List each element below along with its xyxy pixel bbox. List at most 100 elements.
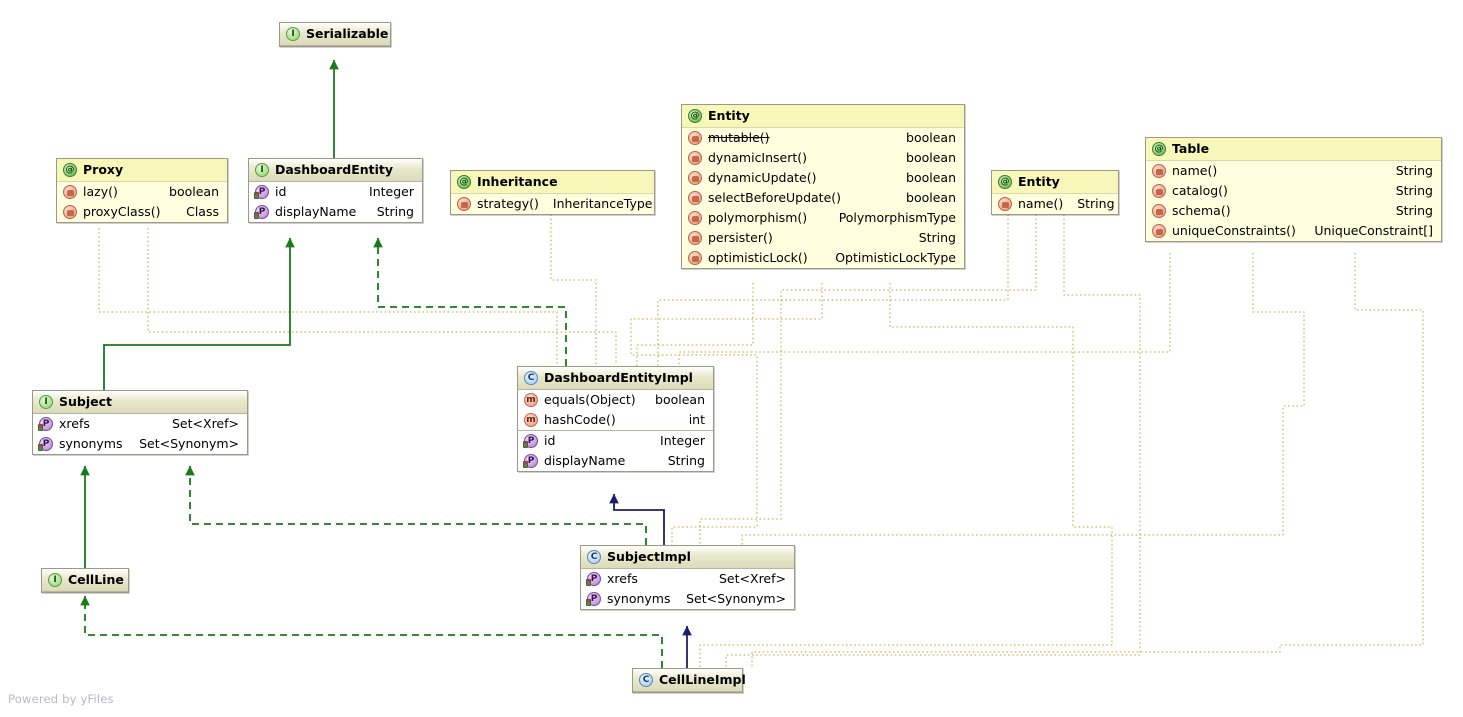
node-table[interactable]: @ Table name() String catalog() String s… bbox=[1145, 137, 1442, 242]
member-row[interactable]: P id Integer bbox=[249, 182, 422, 202]
member-row[interactable]: catalog() String bbox=[1146, 181, 1441, 201]
node-name-label: DashboardEntityImpl bbox=[544, 370, 693, 385]
node-title: @ Entity bbox=[992, 171, 1118, 194]
member-row[interactable]: lazy() boolean bbox=[57, 182, 227, 202]
members-compartment: lazy() boolean proxyClass() Class bbox=[57, 182, 227, 222]
member-row[interactable]: strategy() InheritanceType bbox=[451, 194, 654, 214]
property-icon: P bbox=[523, 434, 538, 448]
member-name: uniqueConstraints() bbox=[1172, 223, 1296, 238]
members-compartment: strategy() InheritanceType bbox=[451, 194, 654, 214]
node-inheritance[interactable]: @ Inheritance strategy() InheritanceType bbox=[450, 170, 655, 215]
member-row[interactable]: name() String bbox=[992, 194, 1118, 214]
member-row[interactable]: m equals(Object) boolean bbox=[518, 390, 713, 410]
member-type: Set<Xref> bbox=[172, 416, 239, 431]
node-entity-jpa[interactable]: @ Entity name() String bbox=[991, 170, 1119, 215]
node-name-label: CellLineImpl bbox=[659, 672, 746, 687]
member-type: String bbox=[1395, 183, 1433, 198]
member-name: hashCode() bbox=[544, 412, 616, 427]
member-row[interactable]: proxyClass() Class bbox=[57, 202, 227, 222]
member-row[interactable]: persister() String bbox=[682, 228, 964, 248]
member-row[interactable]: P xrefs Set<Xref> bbox=[581, 569, 794, 589]
member-row[interactable]: polymorphism() PolymorphismType bbox=[682, 208, 964, 228]
member-name: persister() bbox=[708, 230, 773, 245]
member-row[interactable]: optimisticLock() OptimisticLockType bbox=[682, 248, 964, 268]
node-proxy[interactable]: @ Proxy lazy() boolean proxyClass() Clas… bbox=[56, 158, 228, 223]
node-cell-line-impl[interactable]: C CellLineImpl bbox=[632, 668, 746, 693]
property-icon: P bbox=[254, 185, 269, 199]
member-row[interactable]: dynamicUpdate() boolean bbox=[682, 168, 964, 188]
node-title: I Subject bbox=[33, 391, 247, 414]
member-row[interactable]: m hashCode() int bbox=[518, 410, 713, 430]
edge-table-to-celllineimpl bbox=[751, 253, 1424, 668]
node-subject[interactable]: I Subject P xrefs Set<Xref> P synonyms S… bbox=[32, 390, 248, 455]
class-icon: C bbox=[639, 673, 653, 687]
node-entity-hibernate[interactable]: @ Entity mutable() boolean dynamicInsert… bbox=[681, 104, 965, 269]
member-type: OptimisticLockType bbox=[835, 250, 956, 265]
member-name: synonyms bbox=[59, 436, 123, 451]
member-type: Class bbox=[186, 204, 219, 219]
member-type: Set<Xref> bbox=[719, 571, 786, 586]
annotation-method-icon bbox=[688, 131, 702, 145]
annotation-method-icon bbox=[998, 197, 1012, 211]
member-type: Set<Synonym> bbox=[686, 591, 786, 606]
interface-icon: I bbox=[48, 573, 62, 587]
member-name: equals(Object) bbox=[544, 392, 636, 407]
member-type: boolean bbox=[906, 190, 956, 205]
edge-subjectimpl-implements-subject bbox=[185, 465, 647, 545]
annotation-icon: @ bbox=[63, 163, 77, 177]
yfiles-watermark: Powered by yFiles bbox=[8, 692, 114, 706]
node-name-label: DashboardEntity bbox=[275, 162, 394, 177]
edge-dashboardentityimpl-implements-dashboardentity bbox=[373, 237, 567, 366]
members-compartment: P id Integer P displayName String bbox=[249, 182, 422, 222]
member-row[interactable]: mutable() boolean bbox=[682, 128, 964, 148]
member-type: String bbox=[667, 453, 705, 468]
annotation-method-icon bbox=[1152, 184, 1166, 198]
edge-subject-extends-dashboardentity bbox=[103, 237, 295, 390]
member-type: boolean bbox=[906, 170, 956, 185]
member-row[interactable]: dynamicInsert() boolean bbox=[682, 148, 964, 168]
edge-subjectimpl-extends-dashboardentityimpl bbox=[609, 493, 665, 545]
annotation-icon: @ bbox=[457, 175, 471, 189]
node-title: C SubjectImpl bbox=[581, 546, 794, 569]
node-cell-line[interactable]: I CellLine bbox=[41, 568, 129, 593]
member-row[interactable]: P synonyms Set<Synonym> bbox=[33, 434, 247, 454]
annotation-method-icon bbox=[1152, 204, 1166, 218]
node-title: @ Proxy bbox=[57, 159, 227, 182]
property-icon: P bbox=[523, 454, 538, 468]
member-row[interactable]: name() String bbox=[1146, 161, 1441, 181]
member-name: mutable() bbox=[708, 130, 770, 145]
annotation-icon: @ bbox=[1152, 142, 1166, 156]
annotation-method-icon bbox=[688, 251, 702, 265]
annotation-method-icon bbox=[688, 211, 702, 225]
member-name: synonyms bbox=[607, 591, 671, 606]
member-row[interactable]: P xrefs Set<Xref> bbox=[33, 414, 247, 434]
member-row[interactable]: P id Integer bbox=[518, 431, 713, 451]
node-serializable[interactable]: I Serializable bbox=[279, 22, 391, 47]
member-row[interactable]: P displayName String bbox=[518, 451, 713, 471]
edge-proxy-to-dashboardentityimpl bbox=[98, 228, 558, 367]
member-row[interactable]: uniqueConstraints() UniqueConstraint[] bbox=[1146, 221, 1441, 241]
member-row[interactable]: P displayName String bbox=[249, 202, 422, 222]
edge-proxy-to-subjectimpl bbox=[147, 228, 617, 364]
member-name: dynamicUpdate() bbox=[708, 170, 817, 185]
node-title: C DashboardEntityImpl bbox=[518, 367, 713, 390]
member-name: displayName bbox=[275, 204, 357, 219]
edge-entityhib-to-celllineimpl bbox=[699, 283, 1113, 668]
node-subject-impl[interactable]: C SubjectImpl P xrefs Set<Xref> P synony… bbox=[580, 545, 795, 610]
annotation-method-icon bbox=[63, 185, 77, 199]
node-dashboard-entity-impl[interactable]: C DashboardEntityImpl m equals(Object) b… bbox=[517, 366, 714, 472]
member-type: boolean bbox=[906, 130, 956, 145]
member-row[interactable]: selectBeforeUpdate() boolean bbox=[682, 188, 964, 208]
member-type: PolymorphismType bbox=[838, 210, 956, 225]
members-compartment: name() String catalog() String schema() … bbox=[1146, 161, 1441, 241]
member-name: name() bbox=[1172, 163, 1218, 178]
node-name-label: Inheritance bbox=[477, 174, 558, 189]
member-type: String bbox=[918, 230, 956, 245]
property-icon: P bbox=[586, 572, 601, 586]
member-row[interactable]: P synonyms Set<Synonym> bbox=[581, 589, 794, 609]
annotation-icon: @ bbox=[998, 175, 1012, 189]
member-row[interactable]: schema() String bbox=[1146, 201, 1441, 221]
member-name: name() bbox=[1018, 196, 1064, 211]
member-type: Set<Synonym> bbox=[139, 436, 239, 451]
node-dashboard-entity[interactable]: I DashboardEntity P id Integer P display… bbox=[248, 158, 423, 223]
